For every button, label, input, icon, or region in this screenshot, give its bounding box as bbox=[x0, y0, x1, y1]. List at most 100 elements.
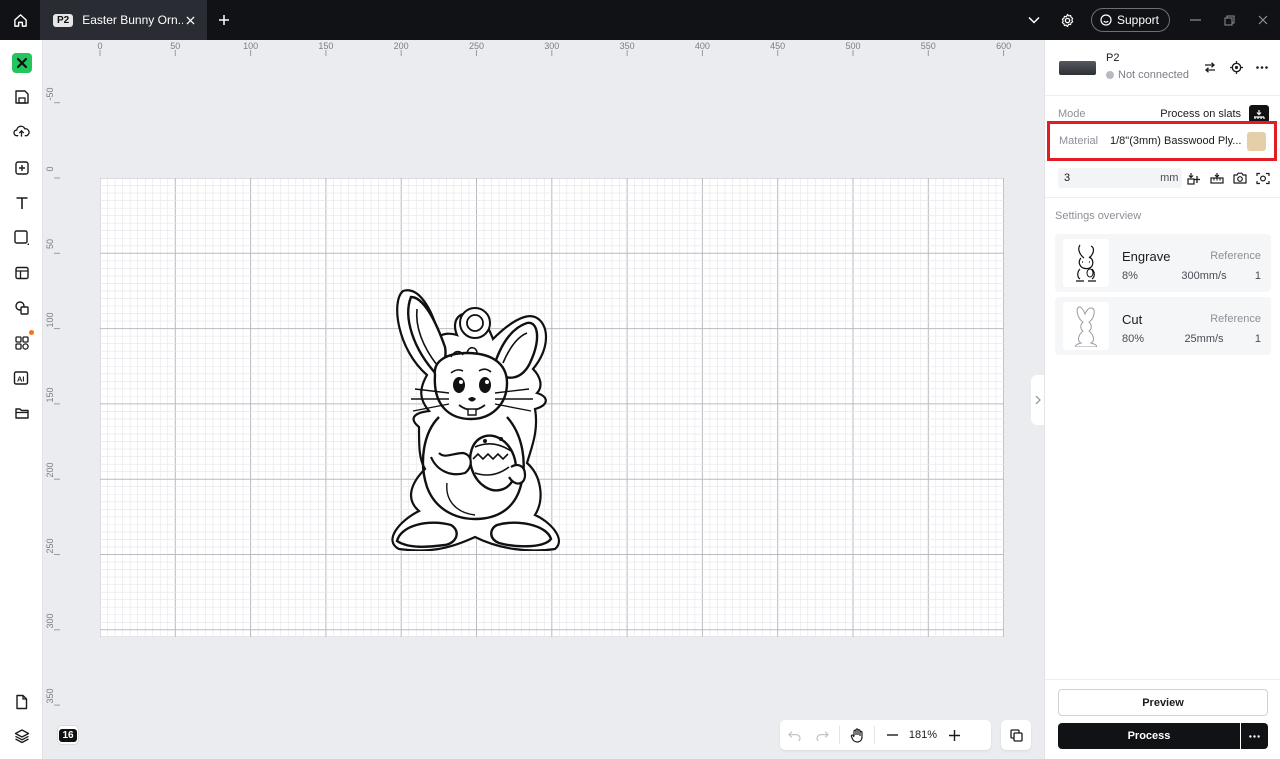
support-button[interactable]: Support bbox=[1090, 8, 1170, 32]
device-more-button[interactable] bbox=[1249, 56, 1275, 78]
layers-count-badge[interactable]: 16 bbox=[58, 726, 78, 744]
tab-title: Easter Bunny Orn... bbox=[82, 13, 183, 27]
layers-button[interactable] bbox=[6, 720, 37, 751]
save-icon bbox=[14, 89, 29, 104]
document-button[interactable] bbox=[6, 686, 37, 717]
panel-collapse-handle[interactable] bbox=[1031, 375, 1044, 425]
add-button[interactable] bbox=[6, 152, 37, 183]
pan-tool-button[interactable] bbox=[843, 720, 871, 750]
zoom-in-button[interactable] bbox=[940, 720, 968, 750]
text-tool-button[interactable] bbox=[6, 187, 37, 218]
cut-setting-card[interactable]: Cut Reference 80% 25mm/s 1 bbox=[1055, 297, 1271, 355]
process-button[interactable]: Process bbox=[1058, 723, 1240, 749]
material-row[interactable]: Material 1/8"(3mm) Basswood Ply... bbox=[1047, 121, 1277, 161]
ruler-label: 400 bbox=[694, 41, 710, 51]
project-tab[interactable]: P2 Easter Bunny Orn... bbox=[40, 0, 207, 40]
status-dot bbox=[1106, 71, 1114, 79]
easter-bunny-artwork[interactable] bbox=[389, 287, 561, 551]
switch-device-button[interactable] bbox=[1197, 56, 1223, 78]
settings-button[interactable] bbox=[1051, 0, 1085, 40]
ai-tool-button[interactable]: AI bbox=[6, 362, 37, 393]
zoom-out-button[interactable] bbox=[878, 720, 906, 750]
ruler-label: -50 bbox=[45, 87, 55, 101]
device-name: P2 bbox=[1106, 52, 1120, 64]
restore-button[interactable] bbox=[1212, 0, 1246, 40]
elements-button[interactable] bbox=[6, 292, 37, 323]
divider bbox=[1045, 679, 1280, 680]
preview-button[interactable]: Preview bbox=[1058, 689, 1268, 716]
project-folder-button[interactable] bbox=[6, 397, 37, 428]
cut-thumbnail bbox=[1063, 302, 1109, 350]
ruler-label: 600 bbox=[996, 41, 1012, 51]
slats-icon bbox=[1254, 109, 1265, 119]
save-button[interactable] bbox=[6, 81, 37, 112]
thickness-unit: mm bbox=[1160, 172, 1179, 184]
tab-close-button[interactable] bbox=[183, 13, 197, 27]
ruler-label: 50 bbox=[45, 239, 55, 250]
ruler-label: 150 bbox=[318, 41, 334, 51]
divider bbox=[874, 726, 875, 744]
canvas-area[interactable]: 0 50 100 150 200 250 300 350 400 450 500 550 600 -50… bbox=[44, 40, 1044, 759]
ruler-label: 450 bbox=[770, 41, 786, 51]
redo-button[interactable] bbox=[808, 720, 836, 750]
duplicate-button[interactable] bbox=[1001, 720, 1031, 750]
square-icon bbox=[14, 230, 29, 245]
notification-dot bbox=[29, 330, 34, 335]
tabs-dropdown-button[interactable] bbox=[1017, 0, 1051, 40]
ruler-label: 350 bbox=[619, 41, 635, 51]
device-thumbnail bbox=[1059, 61, 1096, 75]
engrave-power: 8% bbox=[1122, 270, 1138, 282]
thickness-input[interactable]: 3 mm bbox=[1058, 168, 1183, 188]
new-tab-button[interactable] bbox=[207, 0, 241, 40]
home-button[interactable] bbox=[0, 0, 40, 40]
ruler-label: 100 bbox=[45, 312, 55, 328]
ai-icon: AI bbox=[13, 370, 29, 385]
gear-icon bbox=[1062, 13, 1074, 27]
layout-button[interactable] bbox=[6, 257, 37, 288]
apps-button[interactable] bbox=[6, 327, 37, 358]
plus-icon bbox=[948, 729, 960, 741]
auto-measure-button[interactable] bbox=[1182, 167, 1205, 189]
svg-text:AI: AI bbox=[17, 374, 25, 383]
divider bbox=[839, 726, 840, 744]
measure-thickness-button[interactable] bbox=[1205, 167, 1228, 189]
ruler-label: 200 bbox=[45, 462, 55, 478]
divider bbox=[1045, 197, 1280, 198]
ruler-label: 150 bbox=[45, 387, 55, 403]
close-window-button[interactable] bbox=[1246, 0, 1280, 40]
add-icon bbox=[14, 160, 29, 175]
shape-tool-button[interactable] bbox=[6, 222, 37, 253]
capture-button[interactable] bbox=[1251, 167, 1274, 189]
apps-grid-icon bbox=[14, 335, 29, 350]
left-toolbar: AI bbox=[0, 40, 43, 759]
thickness-row: 3 mm bbox=[1058, 167, 1274, 189]
tab-device-badge: P2 bbox=[53, 13, 74, 27]
cloud-upload-button[interactable] bbox=[6, 115, 37, 146]
device-status: Not connected bbox=[1106, 69, 1189, 81]
zoom-level[interactable]: 181% bbox=[906, 729, 940, 741]
cut-speed: 25mm/s bbox=[1184, 333, 1224, 345]
app-menu-button[interactable] bbox=[6, 47, 37, 78]
ruler-label: 100 bbox=[243, 41, 259, 51]
cut-power: 80% bbox=[1122, 333, 1145, 345]
engrave-setting-card[interactable]: Engrave Reference 8% 300mm/s 1 bbox=[1055, 234, 1271, 292]
camera-icon bbox=[1233, 172, 1247, 184]
more-icon bbox=[1249, 734, 1260, 738]
device-status-text: Not connected bbox=[1118, 69, 1189, 81]
camera-button[interactable] bbox=[1228, 167, 1251, 189]
horizontal-ruler: 0 50 100 150 200 250 300 350 400 450 500 550 600 bbox=[44, 40, 1044, 56]
undo-button[interactable] bbox=[780, 720, 808, 750]
cut-reference: Reference bbox=[1210, 313, 1261, 325]
ruler-label: 0 bbox=[97, 41, 103, 51]
minimize-button[interactable] bbox=[1178, 0, 1212, 40]
process-more-button[interactable] bbox=[1241, 723, 1268, 749]
connect-device-button[interactable] bbox=[1223, 56, 1249, 78]
swap-icon bbox=[1205, 61, 1215, 73]
ruler-label: 250 bbox=[45, 537, 55, 554]
cut-passes: 1 bbox=[1254, 333, 1261, 345]
hand-icon bbox=[850, 727, 863, 743]
plus-icon bbox=[219, 15, 229, 25]
cloud-upload-icon bbox=[13, 125, 30, 137]
title-bar: P2 Easter Bunny Orn... Support bbox=[0, 0, 1280, 40]
ruler-label: 550 bbox=[920, 41, 936, 51]
